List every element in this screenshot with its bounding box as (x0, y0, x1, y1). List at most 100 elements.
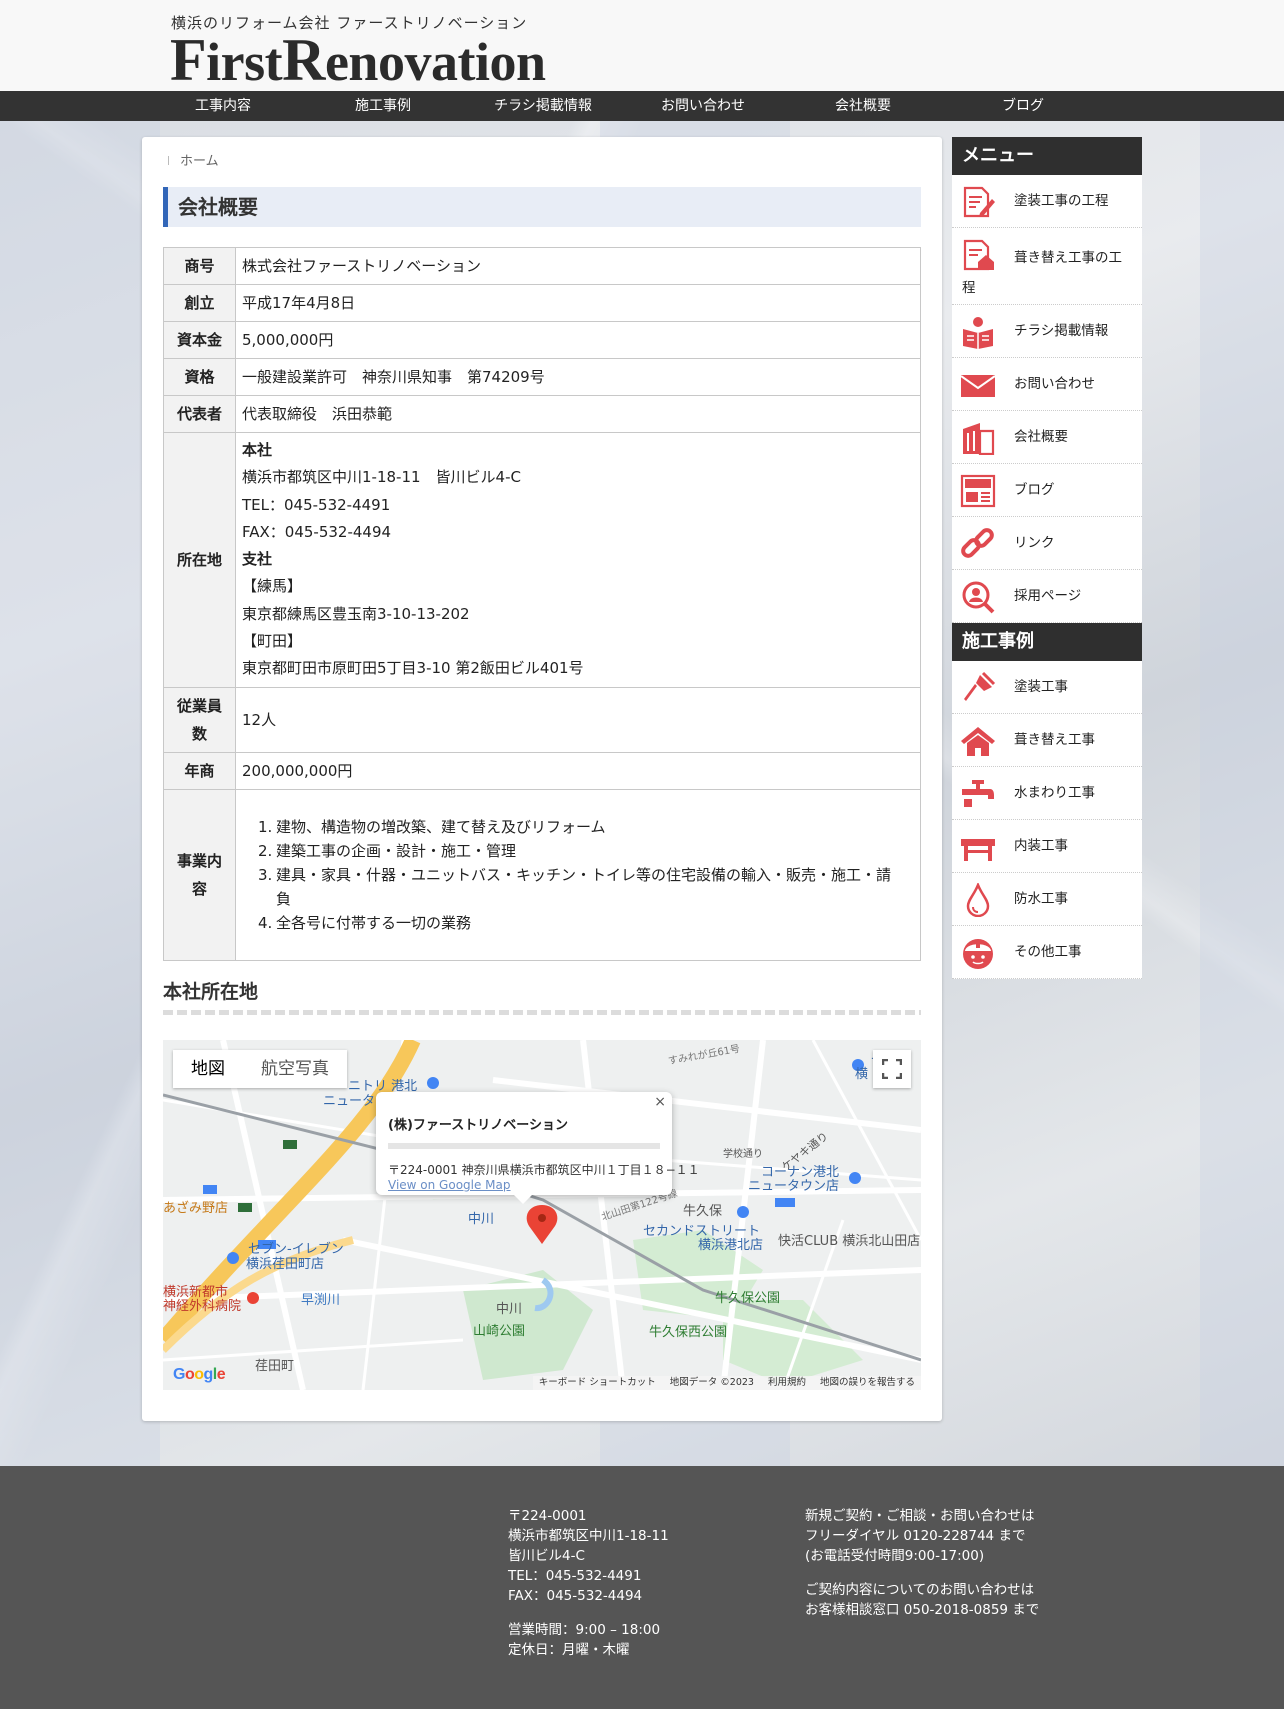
google-map[interactable]: ニトリ 港北 ニュータ あざみ野店 セブン-イレブン 横浜荏田町店 横浜新都市 … (163, 1040, 921, 1390)
logo-letter: o (194, 1366, 204, 1383)
info-window-address: 〒224-0001 神奈川県横浜市都筑区中川１丁目１８−１１ (388, 1163, 700, 1177)
building-icon (963, 423, 995, 455)
view-on-google-map-link[interactable]: View on Google Map (388, 1178, 660, 1192)
row-label: 資格 (163, 358, 236, 396)
terms-link[interactable]: 利用規約 (768, 1376, 806, 1390)
sidebar-item-waterproofing[interactable]: 防水工事 (952, 873, 1142, 926)
sidebar-item-plumbing[interactable]: 水まわり工事 (952, 767, 1142, 820)
page-title: 会社概要 (163, 187, 921, 227)
footer-line: 皆川ビル4-C (508, 1548, 585, 1564)
logo-text: enovation (324, 32, 546, 92)
nav-item-works[interactable]: 工事内容 (165, 91, 281, 121)
list-item: 3. 建具・家具・什器・ユニットバス・キッチン・トイレ等の住宅設備の輸入・販売・施… (258, 865, 892, 908)
sidebar-item-interior[interactable]: 内装工事 (952, 820, 1142, 873)
list-item: 4. 全各号に付帯する一切の業務 (258, 913, 472, 932)
blog-icon (960, 474, 996, 508)
logo-letter: G (173, 1366, 185, 1383)
map-tab-satellite[interactable]: 航空写真 (243, 1050, 347, 1088)
nav-item-flyers[interactable]: チラシ掲載情報 (480, 91, 606, 121)
sidebar: メニュー 塗装工事の工程 葺き替え工事の工程 チラシ掲載情報 お問い合わせ 会社… (952, 137, 1142, 979)
background-panel (0, 120, 160, 1466)
map-attribution-bar: キーボード ショートカット 地図データ ©2023 利用規約 地図の誤りを報告す… (532, 1376, 921, 1390)
address-line: 【町田】 (242, 632, 303, 651)
footer-address-block: 〒224-0001 横浜市都筑区中川1-18-11 皆川ビル4-C TEL：04… (508, 1506, 669, 1660)
svg-text:快活CLUB 横浜北山田店: 快活CLUB 横浜北山田店 (778, 1234, 920, 1249)
nav-item-company[interactable]: 会社概要 (805, 91, 921, 121)
breadcrumb: ホーム (168, 150, 219, 169)
logo-letter: e (216, 1366, 226, 1383)
sidebar-item-painting-process[interactable]: 塗装工事の工程 (952, 175, 1142, 228)
table-row: 所在地 本社 横浜市都筑区中川1-18-11 皆川ビル4-C TEL：045-5… (163, 432, 921, 688)
svg-text:横: 横 (855, 1067, 868, 1082)
worker-helmet-icon (963, 939, 993, 969)
sidebar-works-title: 施工事例 (952, 623, 1142, 661)
sidebar-item-other[interactable]: その他工事 (952, 926, 1142, 979)
breadcrumb-home-link[interactable]: ホーム (180, 154, 219, 169)
search-person-icon (962, 581, 995, 614)
keyboard-shortcuts-link[interactable]: キーボード ショートカット (539, 1376, 656, 1390)
address-heading: 本社 (242, 441, 273, 459)
footer-line: 新規ご契約・ご相談・お問い合わせは (805, 1508, 1035, 1524)
info-window-title: (株)ファーストリノベーション (388, 1118, 568, 1133)
sidebar-item-contact[interactable]: お問い合わせ (952, 358, 1142, 411)
address-heading: 支社 (242, 550, 273, 569)
logo-initial: F (170, 27, 207, 93)
row-label: 所在地 (163, 432, 236, 688)
footer-line: TEL：045-532-4491 (508, 1568, 642, 1584)
water-drop-icon (966, 883, 990, 917)
background-panel (1200, 120, 1284, 1466)
footer-line: フリーダイヤル 0120-228744 まで (805, 1528, 1026, 1544)
address-line: FAX：045-532-4494 (242, 522, 392, 541)
footer-line: ご契約内容についてのお問い合わせは (805, 1582, 1035, 1598)
business-value: 1. 建物、構造物の増改築、建て替え及びリフォーム 2. 建築工事の企画・設計・施工… (235, 788, 921, 961)
reading-person-icon (963, 317, 993, 349)
close-icon[interactable]: × (654, 1094, 666, 1110)
sidebar-item-links[interactable]: リンク (952, 517, 1142, 570)
address-line: 横浜市都筑区中川1-18-11 皆川ビル4-C (242, 468, 521, 487)
sidebar-item-label: ブログ (1014, 482, 1055, 498)
address-value: 本社 横浜市都筑区中川1-18-11 皆川ビル4-C TEL：045-532-4… (235, 432, 921, 688)
nav-item-blog[interactable]: ブログ (965, 91, 1081, 121)
sidebar-item-flyers[interactable]: チラシ掲載情報 (952, 305, 1142, 358)
capital-value: 5,000,000円 (235, 321, 921, 359)
sidebar-item-painting[interactable]: 塗装工事 (952, 661, 1142, 714)
info-window-divider (388, 1143, 660, 1149)
logo-text: irst (206, 32, 283, 92)
map-fullscreen-button[interactable] (873, 1050, 911, 1088)
sidebar-item-label: 塗装工事の工程 (1014, 193, 1109, 209)
row-label: 従業員数 (163, 686, 236, 753)
sidebar-item-recruit[interactable]: 採用ページ (952, 570, 1142, 623)
svg-text:ニュータウン店: ニュータウン店 (748, 1179, 839, 1194)
site-logo[interactable]: FirstRenovation (170, 30, 546, 92)
site-footer: 〒224-0001 横浜市都筑区中川1-18-11 皆川ビル4-C TEL：04… (0, 1466, 1284, 1709)
nav-item-contact[interactable]: お問い合わせ (645, 91, 761, 121)
revenue-value: 200,000,000円 (235, 751, 921, 790)
sidebar-item-label: その他工事 (1014, 944, 1082, 960)
nav-item-cases[interactable]: 施工事例 (325, 91, 441, 121)
sidebar-item-blog[interactable]: ブログ (952, 464, 1142, 517)
paint-brush-icon (964, 671, 996, 701)
footer-line: お客様相談窓口 050-2018-0859 まで (805, 1602, 1040, 1618)
company-info-table: 商号 株式会社ファーストリノベーション 創立 平成17年4月8日 資本金 5,0… (163, 247, 921, 961)
table-row: 商号 株式会社ファーストリノベーション (163, 247, 921, 285)
sidebar-item-label: 水まわり工事 (1014, 785, 1095, 801)
logo-letter: o (184, 1366, 195, 1383)
representative-value: 代表取締役 浜田恭範 (235, 395, 921, 433)
footer-line: 〒224-0001 (508, 1508, 587, 1524)
sidebar-item-label: 防水工事 (1014, 891, 1068, 907)
sidebar-item-label: 葺き替え工事の工程 (962, 250, 1122, 296)
svg-text:ニュータ: ニュータ (323, 1094, 375, 1109)
footer-line: 定休日：月曜・木曜 (508, 1642, 630, 1658)
report-error-link[interactable]: 地図の誤りを報告する (820, 1376, 915, 1390)
main-nav: 工事内容 施工事例 チラシ掲載情報 お問い合わせ 会社概要 ブログ (0, 91, 1284, 121)
employees-value: 12人 (235, 686, 921, 753)
footer-contact-block: 新規ご契約・ご相談・お問い合わせは フリーダイヤル 0120-228744 まで… (805, 1506, 1039, 1620)
sidebar-item-company[interactable]: 会社概要 (952, 411, 1142, 464)
footer-line: FAX：045-532-4494 (508, 1588, 643, 1604)
row-label: 創立 (163, 284, 236, 322)
breadcrumb-divider-icon (168, 156, 174, 165)
table-row: 従業員数 12人 (163, 686, 921, 753)
sidebar-item-reroofing-process[interactable]: 葺き替え工事の工程 (952, 228, 1142, 305)
sidebar-item-reroofing[interactable]: 葺き替え工事 (952, 714, 1142, 767)
map-tab-map[interactable]: 地図 (173, 1050, 243, 1088)
